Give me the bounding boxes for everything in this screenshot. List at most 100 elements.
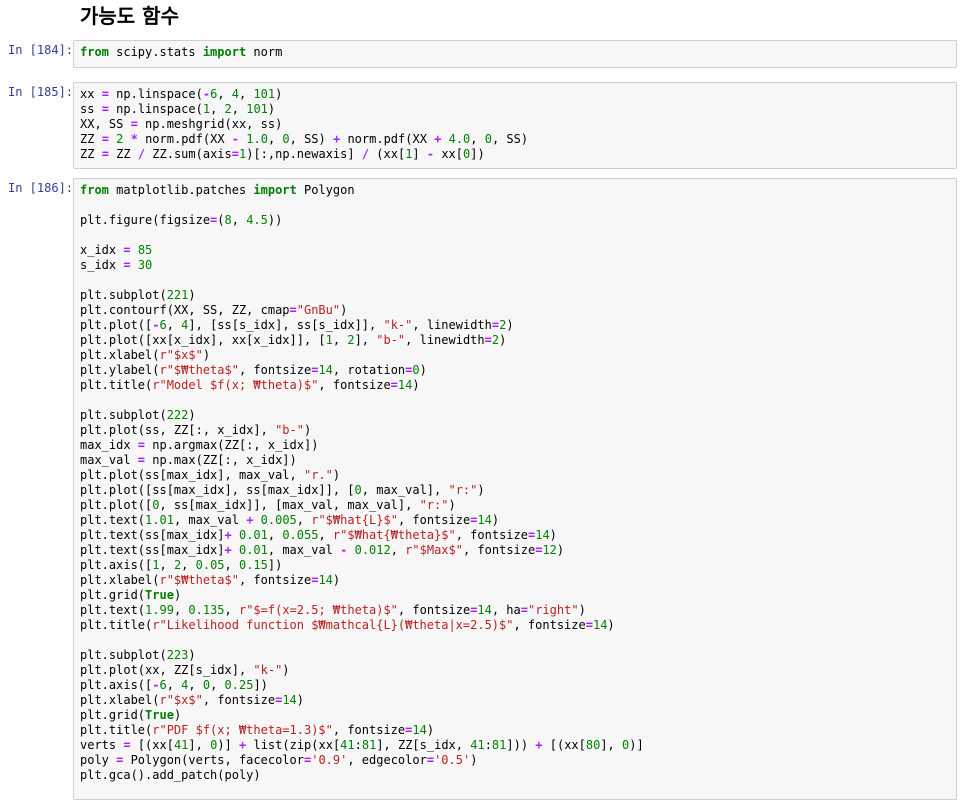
code-token: 101 — [246, 102, 268, 116]
code-token: plt.text(ss[max_idx] — [80, 528, 225, 542]
code-line: from scipy.stats import norm — [80, 45, 950, 60]
code-line: plt.plot([-6, 4], [ss[s_idx], ss[s_idx]]… — [80, 318, 950, 333]
code-input[interactable]: xx = np.linspace(-6, 4, 101) ss = np.lins… — [73, 82, 957, 169]
code-token: 0 — [354, 483, 362, 497]
code-token: , — [166, 678, 182, 692]
code-block: xx = np.linspace(-6, 4, 101) ss = np.lins… — [74, 83, 956, 166]
code-token: ) — [332, 468, 341, 482]
code-token: plt.grid( — [80, 588, 146, 602]
code-line: plt.plot([xx[x_idx], xx[x_idx]], [1, 2],… — [80, 333, 950, 348]
code-line: plt.text(1.99, 0.135, r"$=f(x=2.5; ₩thet… — [80, 603, 950, 618]
code-token: 14 — [282, 693, 297, 707]
code-token: ) — [340, 303, 348, 317]
code-token: 0.15 — [238, 558, 268, 572]
code-cell[interactable]: In [185]: xx = np.linspace(-6, 4, 101) ss… — [0, 82, 962, 169]
code-cell[interactable]: In [186]: from matplotlib.patches import… — [0, 178, 962, 800]
code-token: - — [202, 87, 211, 101]
code-token: np.linspace( — [108, 102, 203, 116]
code-line: verts = [(xx[41], 0)] + list(zip(xx[41:8… — [80, 738, 950, 753]
code-token: plt.grid( — [80, 708, 146, 722]
code-token: r"$x$" — [159, 348, 203, 362]
code-cell[interactable]: In [184]: from scipy.stats import norm — [0, 40, 962, 68]
code-line: plt.xlabel(r"$₩theta$", fontsize=14) — [80, 573, 950, 588]
code-token: "b-" — [275, 423, 304, 437]
code-line: plt.title(r"PDF $f(x; ₩theta=1.3)$", fon… — [80, 723, 950, 738]
code-token: , max_val — [267, 543, 341, 557]
code-token: np.argmax(ZZ[:, x_idx]) — [145, 438, 319, 452]
code-token: ) — [556, 543, 565, 557]
code-token: , — [470, 132, 485, 146]
code-token: = — [585, 618, 593, 632]
code-token: , — [390, 543, 406, 557]
code-token: , max_val — [173, 513, 247, 527]
code-token: 14 — [318, 573, 333, 587]
code-token: ], — [600, 738, 623, 752]
code-line: plt.grid(True) — [80, 708, 950, 723]
code-token: r"Likelihood function $₩mathcal{L}(₩thet… — [152, 618, 514, 632]
code-line: plt.axis([-6, 4, 0, 0.25]) — [80, 678, 950, 693]
code-token: "r:" — [419, 498, 449, 512]
code-token: 41 — [340, 738, 355, 752]
code-token: "r:" — [448, 483, 478, 497]
code-token: ZZ — [80, 132, 102, 146]
code-token: plt.subplot( — [80, 408, 167, 422]
code-token: )] — [629, 738, 644, 752]
code-line: max_idx = np.argmax(ZZ[:, x_idx]) — [80, 438, 950, 453]
code-token: 14 — [535, 528, 550, 542]
code-token: 14 — [397, 378, 413, 392]
code-token: , SS) — [491, 132, 529, 146]
code-token: , — [318, 528, 333, 542]
code-token: ) — [173, 588, 182, 602]
code-line: plt.text(ss[max_idx]+ 0.01, 0.055, r"$₩h… — [80, 528, 950, 543]
code-token: verts — [80, 738, 124, 752]
code-token: , — [181, 558, 196, 572]
code-token: np.max(ZZ[:, x_idx]) — [145, 453, 297, 467]
code-line: plt.text(1.01, max_val + 0.005, r"$₩hat{… — [80, 513, 950, 528]
code-token: ) — [506, 318, 514, 332]
code-token: , fontsize — [332, 723, 406, 737]
code-line: plt.xlabel(r"$x$") — [80, 348, 950, 363]
code-line: plt.subplot(222) — [80, 408, 950, 423]
code-token: 8 — [224, 213, 232, 227]
code-token: plt.plot([xx[x_idx], xx[x_idx]], [ — [80, 333, 326, 347]
code-line: plt.axis([1, 2, 0.05, 0.15]) — [80, 558, 950, 573]
code-token: "k-" — [383, 318, 413, 332]
code-input[interactable]: from scipy.stats import norm — [73, 40, 957, 68]
code-token: ) — [303, 423, 312, 437]
code-token: 6 — [159, 318, 167, 332]
code-line: s_idx = 30 — [80, 258, 950, 273]
code-token: norm — [246, 45, 283, 59]
code-line: plt.ylabel(r"$₩theta$", fontsize=14, rot… — [80, 363, 950, 378]
code-token: ) — [412, 378, 420, 392]
code-token: , — [188, 678, 203, 692]
code-token: ] — [412, 147, 427, 161]
code-token: ZZ — [108, 147, 138, 161]
code-token: 1 — [325, 333, 333, 347]
code-token: , — [296, 513, 312, 527]
code-token: plt.plot(ss[max_idx], max_val, — [80, 468, 304, 482]
code-token: plt.xlabel( — [80, 573, 160, 587]
code-token: ) — [282, 663, 290, 677]
code-token: plt.xlabel( — [80, 693, 160, 707]
code-token: r"$₩hat{L}$" — [311, 513, 398, 527]
code-line: plt.title(r"Likelihood function $₩mathca… — [80, 618, 950, 633]
code-token: = — [101, 102, 109, 116]
code-token: , edgecolor — [347, 753, 427, 767]
code-input[interactable]: from matplotlib.patches import Polygon pl… — [73, 178, 957, 800]
code-token: 1.01 — [145, 513, 174, 527]
code-token: : — [354, 738, 362, 752]
code-token: r"$₩theta$" — [159, 573, 239, 587]
code-token: True — [145, 588, 174, 602]
code-token: ]) — [470, 147, 485, 161]
code-line: plt.plot(xx, ZZ[s_idx], "k-") — [80, 663, 950, 678]
code-line: poly = Polygon(verts, facecolor='0.9', e… — [80, 753, 950, 768]
code-line: plt.figure(figsize=(8, 4.5)) — [80, 213, 950, 228]
code-token: 0 — [484, 132, 492, 146]
code-token: r"Model $f(x; ₩theta)$" — [152, 378, 319, 392]
code-token: plt.axis([ — [80, 678, 153, 692]
